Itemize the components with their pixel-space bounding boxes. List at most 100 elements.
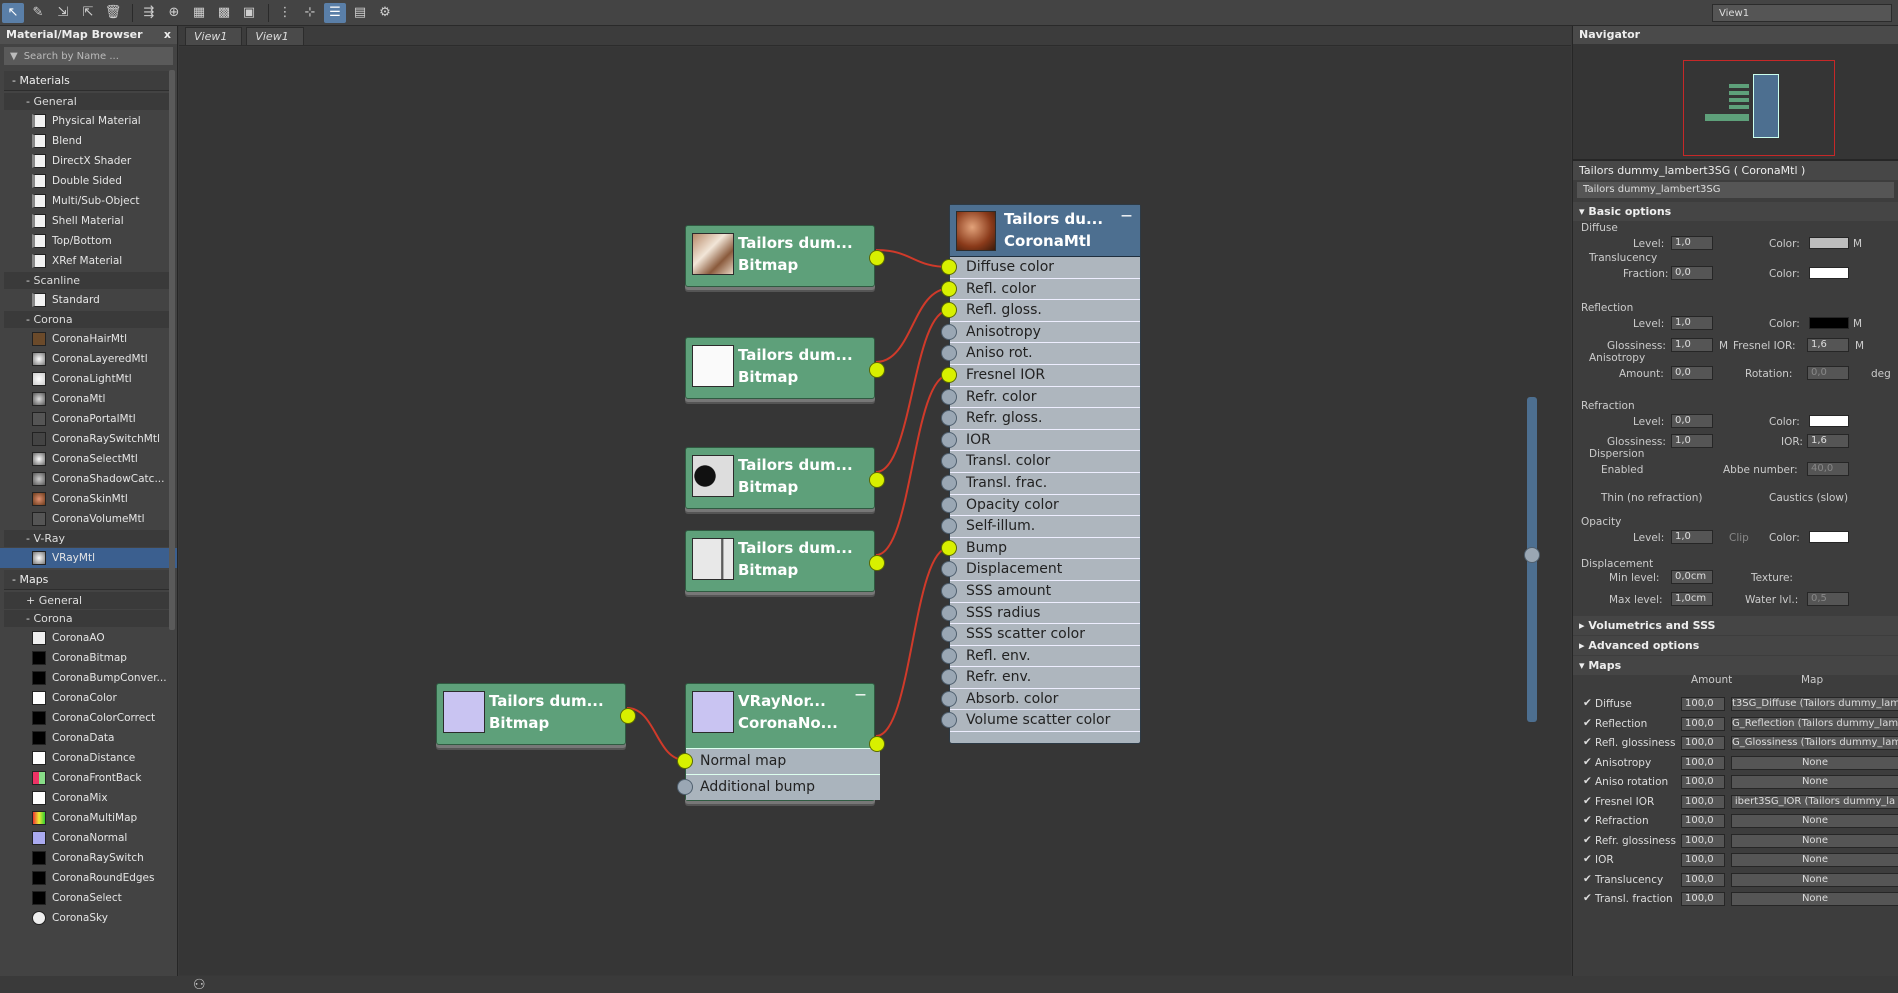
vray-normal-node[interactable]: VRayNor... CoronaNo... — Normal map Addit… — [677, 683, 885, 801]
map-button[interactable]: M — [1719, 340, 1728, 352]
chevron-down-icon[interactable]: ▼ — [10, 51, 18, 62]
input-port[interactable] — [941, 626, 957, 643]
input-port[interactable] — [941, 431, 957, 448]
enable-checkbox[interactable]: ✔ — [1583, 775, 1593, 787]
layout-all-icon[interactable]: ⋮ — [274, 3, 296, 23]
output-port[interactable] — [1524, 547, 1540, 563]
caustics-checkbox[interactable]: Caustics (slow) — [1769, 492, 1848, 504]
general-subgroup[interactable]: - General — [4, 93, 173, 110]
wire[interactable] — [875, 249, 950, 268]
map-button[interactable]: None — [1731, 833, 1898, 848]
layout-children-icon[interactable]: ⊹ — [299, 3, 321, 23]
preview-icon[interactable]: ▣ — [238, 3, 260, 23]
reflection-color-swatch[interactable] — [1809, 317, 1849, 329]
amount-spinner[interactable]: 100,0 — [1681, 716, 1725, 731]
enable-checkbox[interactable]: ✔ — [1583, 892, 1593, 904]
amount-spinner[interactable]: 100,0 — [1681, 736, 1725, 750]
normal-map-slot[interactable]: Normal map — [677, 748, 880, 774]
material-slot[interactable]: Fresnel IOR — [941, 364, 1140, 387]
bitmap-node-glossiness[interactable]: Tailors dum... Bitmap — [685, 447, 885, 509]
ior-spinner[interactable]: 1,6 — [1807, 434, 1849, 448]
list-item[interactable]: CoronaBumpConver... — [0, 668, 177, 688]
opacity-color-swatch[interactable] — [1809, 531, 1849, 543]
input-port[interactable] — [941, 518, 957, 535]
list-item[interactable]: Shell Material — [0, 211, 177, 231]
thin-checkbox[interactable]: Thin (no refraction) — [1601, 492, 1702, 504]
list-item[interactable]: XRef Material — [0, 251, 177, 271]
scanline-subgroup[interactable]: - Scanline — [4, 272, 173, 289]
material-slot[interactable]: IOR — [941, 429, 1140, 452]
abbe-spinner[interactable]: 40,0 — [1807, 462, 1849, 476]
input-port[interactable] — [941, 539, 957, 556]
show-background-icon[interactable]: ▦ — [188, 3, 210, 23]
wire[interactable] — [875, 546, 950, 737]
output-port[interactable] — [869, 555, 885, 571]
list-item[interactable]: Multi/Sub-Object — [0, 191, 177, 211]
output-port[interactable] — [869, 736, 885, 752]
output-port[interactable] — [620, 708, 636, 724]
input-port[interactable] — [941, 366, 957, 383]
input-port[interactable] — [941, 496, 957, 513]
map-button[interactable]: ibert3SG_IOR (Tailors dummy_la — [1731, 794, 1898, 809]
material-slot[interactable]: Diffuse color — [941, 257, 1140, 279]
amount-spinner[interactable]: 100,0 — [1681, 892, 1725, 906]
move-children-icon[interactable]: ⇶ — [138, 3, 160, 23]
input-port[interactable] — [941, 561, 957, 578]
people-icon[interactable]: ⚇ — [193, 977, 206, 993]
list-item[interactable]: DirectX Shader — [0, 151, 177, 171]
list-item[interactable]: Physical Material — [0, 111, 177, 131]
minimize-icon[interactable]: — — [1121, 209, 1132, 222]
input-port[interactable] — [941, 453, 957, 470]
amount-spinner[interactable]: 100,0 — [1681, 794, 1725, 809]
navigator-view[interactable] — [1573, 44, 1898, 160]
list-item[interactable]: Blend — [0, 131, 177, 151]
corona-subgroup[interactable]: - Corona — [4, 311, 173, 328]
map-button[interactable]: G_Reflection (Tailors dummy_lam — [1731, 716, 1898, 731]
list-item[interactable]: CoronaDistance — [0, 748, 177, 768]
list-item[interactable]: CoronaColorCorrect — [0, 708, 177, 728]
input-port[interactable] — [941, 259, 957, 275]
fresnel-ior-spinner[interactable]: 1,6 — [1807, 338, 1849, 352]
select-icon[interactable]: ↖ — [2, 2, 24, 23]
material-map-browser-icon[interactable]: ☰ — [324, 2, 346, 23]
reflection-glossiness-spinner[interactable]: 1,0 — [1671, 338, 1713, 352]
material-slot[interactable]: Refl. gloss. — [941, 300, 1140, 322]
material-slot[interactable]: Self-illum. — [941, 516, 1140, 538]
list-item[interactable]: Double Sided — [0, 171, 177, 191]
enable-checkbox[interactable]: ✔ — [1583, 814, 1593, 826]
material-slot[interactable]: Absorb. color — [941, 688, 1140, 711]
enable-checkbox[interactable]: ✔ — [1583, 795, 1593, 807]
close-icon[interactable]: x — [164, 28, 171, 42]
list-item[interactable]: CoronaColor — [0, 688, 177, 708]
wire[interactable] — [875, 309, 950, 473]
minimize-icon[interactable]: — — [855, 688, 866, 701]
bitmap-node-normal[interactable]: Tailors dum... Bitmap — [436, 683, 636, 745]
node-canvas[interactable]: Tailors dum... Bitmap Tailors dum... Bitma… — [179, 47, 1571, 993]
amount-spinner[interactable]: 100,0 — [1681, 755, 1725, 770]
material-slot[interactable]: Refr. gloss. — [941, 408, 1140, 430]
delete-icon[interactable]: 🗑 — [102, 3, 124, 23]
list-item[interactable]: Standard — [0, 290, 177, 310]
map-button[interactable]: G_Glossiness (Tailors dummy_lam — [1731, 736, 1898, 750]
material-slot[interactable]: Anisotropy — [941, 321, 1140, 344]
enable-checkbox[interactable]: ✔ — [1583, 873, 1593, 885]
list-item[interactable]: CoronaRoundEdges — [0, 868, 177, 888]
amount-spinner[interactable]: 100,0 — [1681, 775, 1725, 789]
material-slot[interactable]: Refr. color — [941, 386, 1140, 409]
material-name-field[interactable]: Tailors dummy_lambert3SG — [1577, 182, 1894, 198]
amount-spinner[interactable]: 100,0 — [1681, 697, 1725, 711]
material-slot[interactable]: Displacement — [941, 559, 1140, 581]
map-button[interactable]: None — [1731, 775, 1898, 789]
list-item[interactable]: CoronaMultiMap — [0, 808, 177, 828]
show-map-icon[interactable]: ⊕ — [163, 3, 185, 23]
bitmap-node-reflection[interactable]: Tailors dum... Bitmap — [685, 337, 885, 399]
material-slot[interactable]: Volume scatter color — [941, 710, 1140, 733]
input-port[interactable] — [941, 690, 957, 707]
wire[interactable] — [875, 287, 950, 363]
material-slot[interactable]: SSS radius — [941, 602, 1140, 625]
input-port[interactable] — [941, 280, 957, 297]
enable-checkbox[interactable]: ✔ — [1583, 697, 1593, 709]
list-item[interactable]: CoronaMtl — [0, 389, 177, 409]
list-item[interactable]: CoronaRaySwitch — [0, 848, 177, 868]
list-item[interactable]: CoronaSelectMtl — [0, 449, 177, 469]
